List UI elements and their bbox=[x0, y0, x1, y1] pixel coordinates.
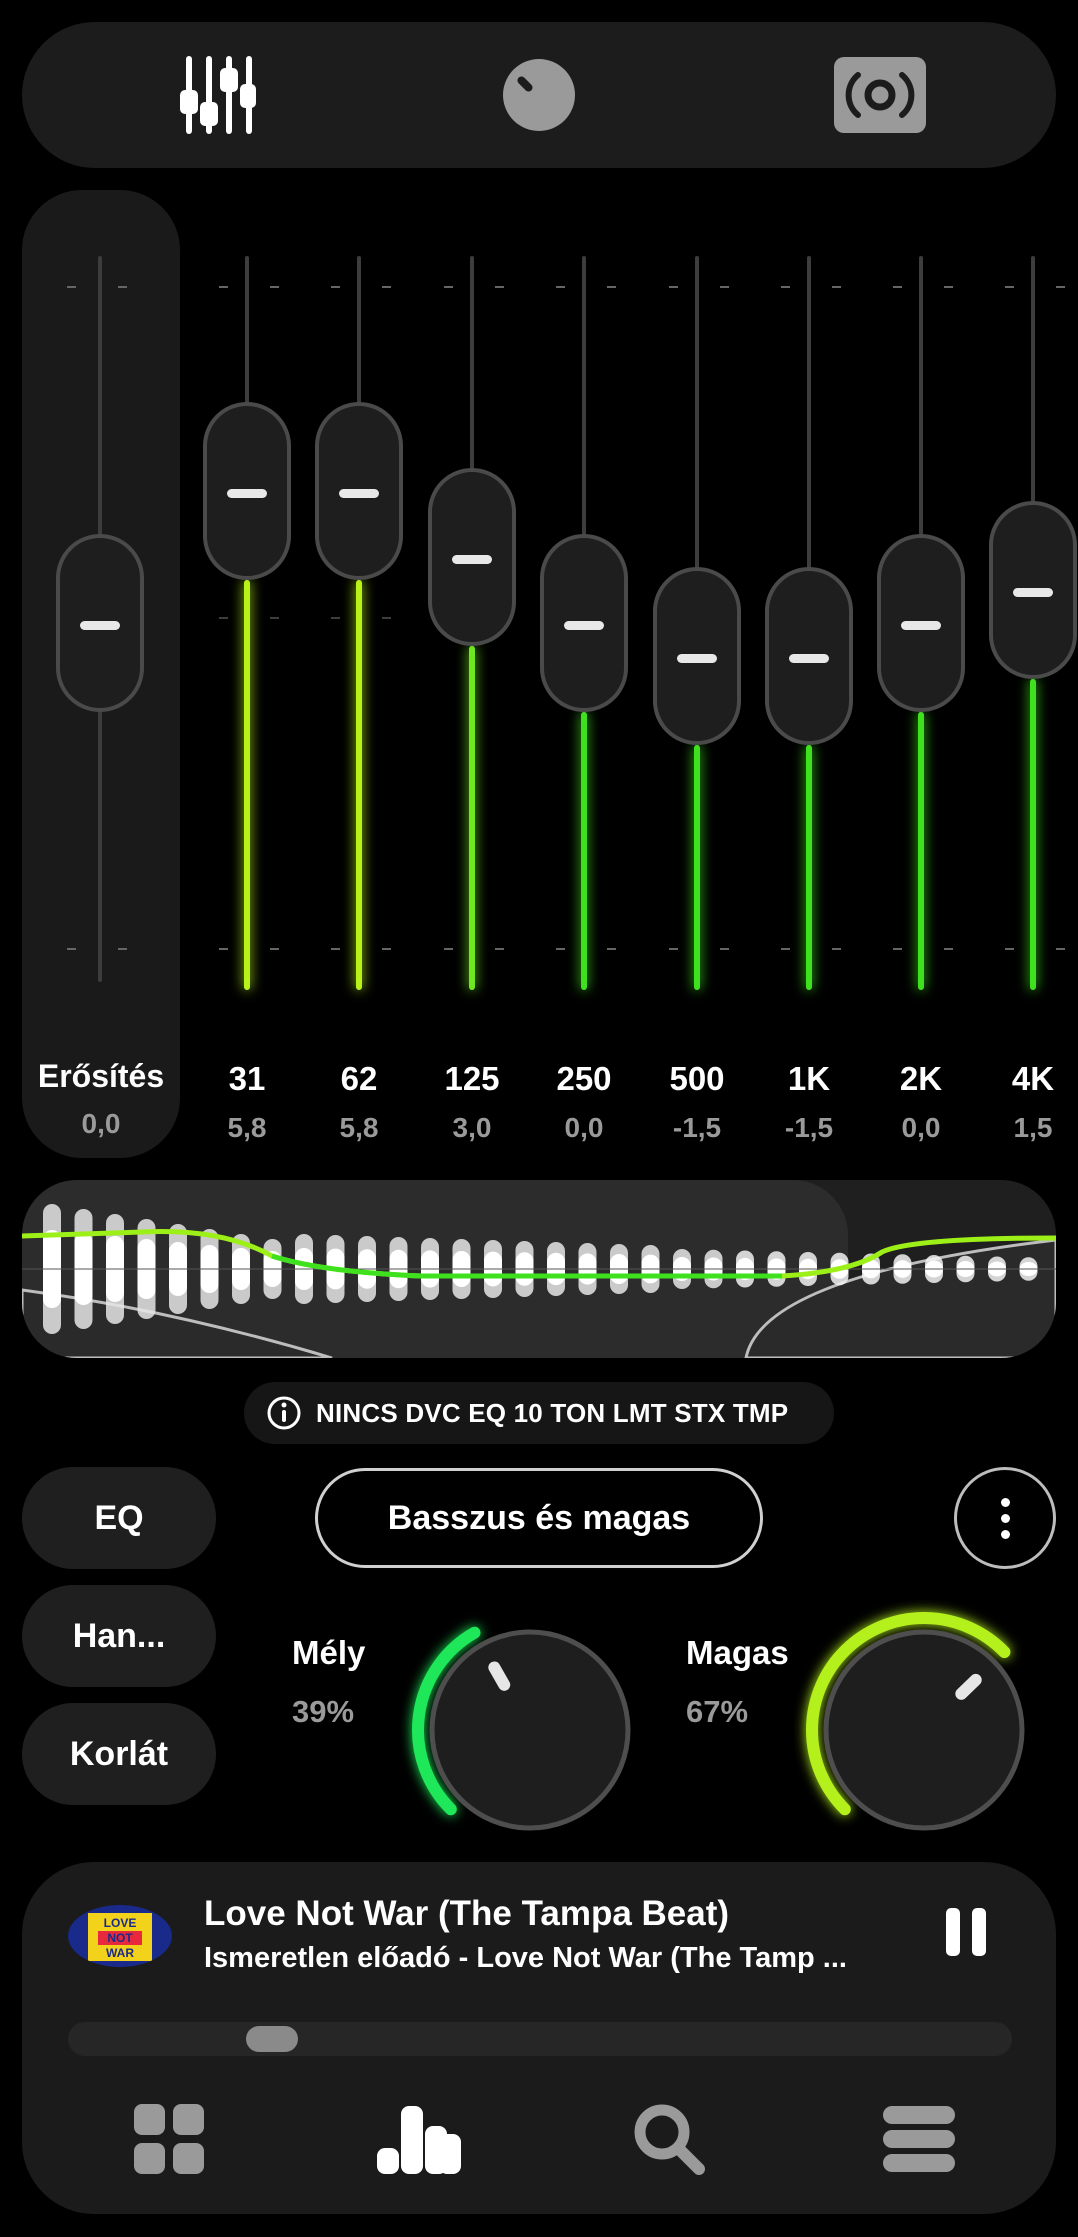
pause-icon-bar bbox=[972, 1908, 986, 1956]
info-icon bbox=[267, 1396, 301, 1430]
gain-slider-panel: Erősítés 0,0 bbox=[22, 190, 180, 1158]
eq-band-frequency: 1K bbox=[787, 1060, 831, 1097]
effects-status-text: NINCS DVC EQ 10 TON LMT STX TMP bbox=[316, 1397, 789, 1428]
speaker-icon bbox=[834, 57, 926, 133]
album-art[interactable]: LOVE NOT WAR bbox=[68, 1905, 172, 1967]
eq-band-value: 5,8 bbox=[227, 1112, 267, 1143]
eq-band-value: 5,8 bbox=[339, 1112, 379, 1143]
preset-button[interactable]: Basszus és magas bbox=[315, 1468, 763, 1568]
pause-button[interactable] bbox=[940, 1908, 992, 1960]
eq-band-thumb[interactable] bbox=[203, 401, 291, 580]
nav-equalizer[interactable] bbox=[364, 2094, 474, 2184]
eq-band-fill bbox=[356, 579, 362, 990]
eq-band-frequency: 4K bbox=[1011, 1060, 1055, 1097]
nav-library[interactable] bbox=[114, 2094, 224, 2184]
eq-band-thumb[interactable] bbox=[428, 467, 516, 646]
equalizer-sliders-icon bbox=[180, 56, 256, 134]
eq-band-value: 0,0 bbox=[564, 1112, 604, 1143]
mini-player: LOVE NOT WAR Love Not War (The Tampa Bea… bbox=[22, 1862, 1056, 2214]
spectrum-visualizer bbox=[22, 1180, 1056, 1358]
treble-dial[interactable] bbox=[794, 1600, 1054, 1860]
sound-button[interactable]: Han... bbox=[22, 1585, 216, 1687]
eq-band-value: 1,5 bbox=[1013, 1112, 1053, 1143]
eq-button[interactable]: EQ bbox=[22, 1467, 216, 1569]
eq-band-fill bbox=[1030, 678, 1036, 990]
eq-band-4K: 4K 1,5 bbox=[977, 190, 1078, 1158]
search-icon bbox=[634, 2104, 705, 2175]
eq-band-fill bbox=[694, 745, 700, 990]
eq-band-frequency: 62 bbox=[340, 1060, 378, 1097]
equalizer-tab[interactable] bbox=[118, 22, 318, 168]
eq-band-fill bbox=[581, 712, 587, 990]
eq-band-250: 250 0,0 bbox=[528, 190, 640, 1158]
eq-band-frequency: 500 bbox=[669, 1060, 725, 1097]
gain-value: 0,0 bbox=[81, 1108, 121, 1139]
eq-band-62: 62 5,8 bbox=[303, 190, 415, 1158]
eq-band-value: -1,5 bbox=[672, 1112, 722, 1143]
album-art-image: LOVE NOT WAR bbox=[88, 1913, 152, 1961]
eq-band-fill bbox=[806, 745, 812, 990]
treble-label: Magas bbox=[686, 1634, 789, 1671]
more-options-button[interactable] bbox=[954, 1467, 1056, 1569]
menu-icon bbox=[883, 2106, 955, 2172]
eq-band-thumb[interactable] bbox=[989, 500, 1077, 679]
eq-band-thumb[interactable] bbox=[315, 401, 403, 580]
art-text-not: NOT bbox=[107, 1931, 133, 1945]
spectrum-visualizer-graphic bbox=[22, 1180, 1056, 1358]
bass-value: 39% bbox=[292, 1694, 355, 1729]
treble-value: 67% bbox=[686, 1694, 749, 1729]
volume-knob-icon bbox=[503, 59, 575, 131]
song-subtitle[interactable]: Ismeretlen előadó - Love Not War (The Ta… bbox=[204, 1942, 904, 1975]
progress-thumb[interactable] bbox=[246, 2026, 299, 2052]
eq-band-thumb[interactable] bbox=[653, 567, 741, 746]
eq-band-31: 31 5,8 bbox=[191, 190, 303, 1158]
top-tab-bar bbox=[22, 22, 1056, 168]
eq-band-125: 125 3,0 bbox=[416, 190, 528, 1158]
eq-band-1K: 1K -1,5 bbox=[753, 190, 865, 1158]
volume-tab[interactable] bbox=[439, 22, 639, 168]
art-text-love: LOVE bbox=[104, 1916, 137, 1930]
eq-band-value: 3,0 bbox=[452, 1112, 492, 1143]
grid-icon bbox=[134, 2104, 204, 2174]
eq-band-500: 500 -1,5 bbox=[641, 190, 753, 1158]
song-title[interactable]: Love Not War (The Tampa Beat) bbox=[204, 1894, 729, 1934]
bass-dial[interactable] bbox=[400, 1600, 660, 1860]
eq-band-thumb[interactable] bbox=[877, 534, 965, 712]
eq-band-fill bbox=[244, 579, 250, 990]
eq-band-value: 0,0 bbox=[901, 1112, 941, 1143]
speaker-tab[interactable] bbox=[780, 22, 980, 168]
bass-label: Mély bbox=[292, 1634, 366, 1671]
art-text-war: WAR bbox=[106, 1946, 134, 1960]
gain-slider-thumb[interactable] bbox=[56, 534, 144, 712]
limiter-button[interactable]: Korlát bbox=[22, 1703, 216, 1805]
playback-progress[interactable] bbox=[68, 2022, 1012, 2056]
eq-band-frequency: 31 bbox=[228, 1060, 266, 1097]
pause-icon-bar bbox=[946, 1908, 960, 1956]
nav-queue[interactable] bbox=[864, 2094, 974, 2184]
bar-chart-icon bbox=[377, 2106, 461, 2174]
gain-label: Erősítés bbox=[37, 1058, 165, 1094]
eq-band-thumb[interactable] bbox=[540, 534, 628, 712]
effects-status-pill[interactable]: NINCS DVC EQ 10 TON LMT STX TMP bbox=[244, 1382, 834, 1444]
eq-band-frequency: 125 bbox=[444, 1060, 500, 1097]
eq-band-fill bbox=[918, 712, 924, 990]
eq-band-thumb[interactable] bbox=[765, 567, 853, 746]
eq-band-frequency: 2K bbox=[899, 1060, 943, 1097]
eq-band-2K: 2K 0,0 bbox=[865, 190, 977, 1158]
eq-band-value: -1,5 bbox=[784, 1112, 834, 1143]
eq-band-fill bbox=[469, 645, 475, 990]
nav-search[interactable] bbox=[614, 2094, 724, 2184]
eq-band-frequency: 250 bbox=[556, 1060, 612, 1097]
